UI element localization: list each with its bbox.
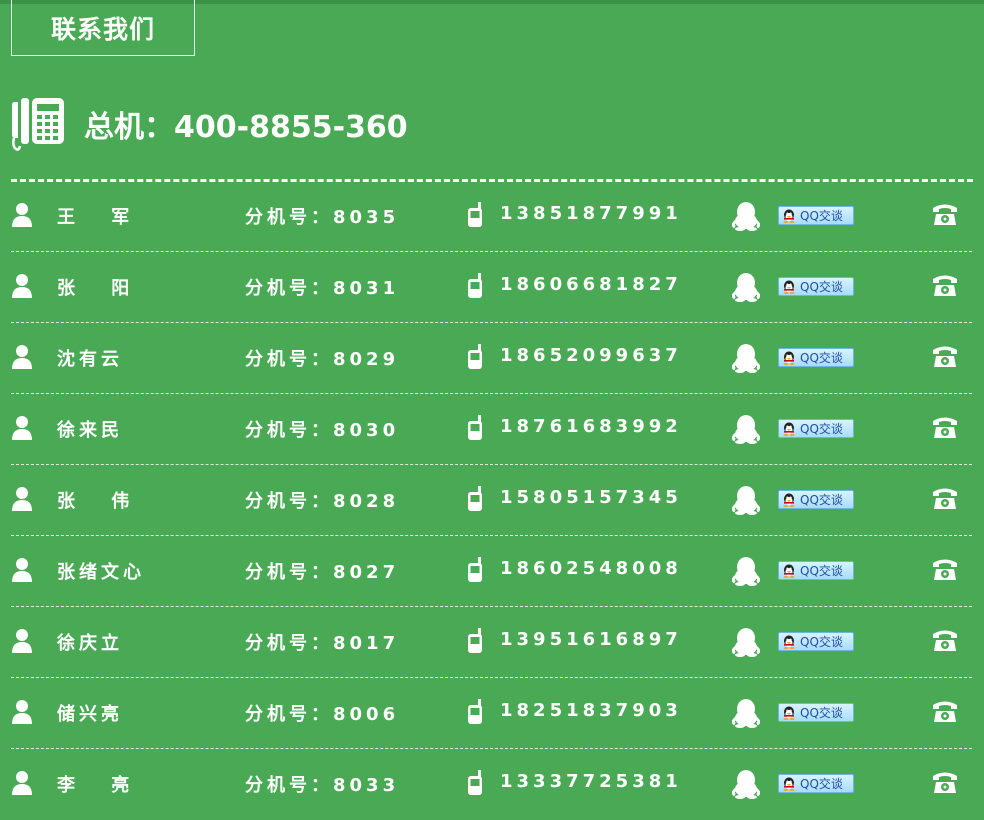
contact-row: 徐来民 分机号：8030 18761683992 QQ交谈: [11, 394, 972, 465]
mobile-number: 18652099637: [500, 345, 682, 366]
contact-row: 储兴亮 分机号：8006 18251837903 QQ交谈: [11, 678, 972, 749]
hotline: 总机：400-8855-360: [10, 94, 408, 154]
qq-penguin-icon: [731, 485, 761, 519]
contact-name: 徐来民: [57, 420, 123, 441]
extension: 分机号：8029: [245, 349, 400, 370]
qq-chat-label: QQ交谈: [800, 280, 843, 294]
qq-penguin-icon: [731, 627, 761, 661]
telephone-icon[interactable]: [932, 699, 958, 727]
contact-name: 徐庆立: [57, 633, 123, 654]
qq-chat-label: QQ交谈: [800, 635, 843, 649]
user-icon: [11, 273, 33, 303]
mobile-phone-icon: [467, 415, 483, 445]
qq-chat-label: QQ交谈: [800, 706, 843, 720]
contact-row: 王 军 分机号：8035 13851877991 QQ交谈: [11, 181, 972, 252]
contact-row: 张 阳 分机号：8031 18606681827 QQ交谈: [11, 252, 972, 323]
qq-penguin-icon: [731, 201, 761, 235]
extension: 分机号：8035: [245, 207, 400, 228]
qq-chat-button[interactable]: QQ交谈: [778, 703, 854, 722]
contact-row: 张 伟 分机号：8028 15805157345 QQ交谈: [11, 465, 972, 536]
qq-penguin-icon: [731, 343, 761, 377]
contact-row: 徐庆立 分机号：8017 13951616897 QQ交谈: [11, 607, 972, 678]
telephone-icon[interactable]: [932, 628, 958, 656]
qq-penguin-icon: [731, 769, 761, 803]
qq-penguin-icon: [731, 414, 761, 448]
user-icon: [11, 415, 33, 445]
qq-chat-button[interactable]: QQ交谈: [778, 206, 854, 225]
contact-name: 张绪文心: [57, 562, 145, 583]
user-icon: [11, 628, 33, 658]
mobile-number: 13337725381: [500, 771, 682, 792]
telephone-icon[interactable]: [932, 415, 958, 443]
qq-chat-button[interactable]: QQ交谈: [778, 419, 854, 438]
contact-name: 李 亮: [57, 775, 134, 796]
telephone-icon[interactable]: [932, 273, 958, 301]
qq-penguin-icon: [731, 556, 761, 590]
user-icon: [11, 486, 33, 516]
qq-chat-label: QQ交谈: [800, 351, 843, 365]
extension: 分机号：8028: [245, 491, 400, 512]
telephone-icon[interactable]: [932, 557, 958, 585]
telephone-icon[interactable]: [932, 202, 958, 230]
page-title: 联系我们: [11, 0, 195, 56]
qq-chat-label: QQ交谈: [800, 777, 843, 791]
mobile-number: 18602548008: [500, 558, 682, 579]
extension: 分机号：8027: [245, 562, 400, 583]
telephone-icon[interactable]: [932, 344, 958, 372]
mobile-number: 13951616897: [500, 629, 682, 650]
contact-row: 李 亮 分机号：8033 13337725381 QQ交谈: [11, 749, 972, 820]
desk-phone-icon: [10, 94, 66, 154]
user-icon: [11, 699, 33, 729]
extension: 分机号：8017: [245, 633, 400, 654]
mobile-phone-icon: [467, 557, 483, 587]
mobile-phone-icon: [467, 202, 483, 232]
qq-chat-label: QQ交谈: [800, 493, 843, 507]
qq-chat-label: QQ交谈: [800, 209, 843, 223]
qq-chat-label: QQ交谈: [800, 422, 843, 436]
contact-name: 沈有云: [57, 349, 123, 370]
user-icon: [11, 344, 33, 374]
contact-name: 张 伟: [57, 491, 134, 512]
mobile-number: 18606681827: [500, 274, 682, 295]
qq-chat-label: QQ交谈: [800, 564, 843, 578]
contact-name: 储兴亮: [57, 704, 123, 725]
contact-name: 张 阳: [57, 278, 134, 299]
qq-chat-button[interactable]: QQ交谈: [778, 348, 854, 367]
qq-chat-button[interactable]: QQ交谈: [778, 277, 854, 296]
user-icon: [11, 557, 33, 587]
qq-chat-button[interactable]: QQ交谈: [778, 490, 854, 509]
contact-row: 张绪文心 分机号：8027 18602548008 QQ交谈: [11, 536, 972, 607]
qq-penguin-icon: [731, 698, 761, 732]
extension: 分机号：8006: [245, 704, 400, 725]
qq-chat-button[interactable]: QQ交谈: [778, 561, 854, 580]
mobile-number: 18251837903: [500, 700, 682, 721]
qq-penguin-icon: [731, 272, 761, 306]
qq-chat-button[interactable]: QQ交谈: [778, 774, 854, 793]
mobile-phone-icon: [467, 486, 483, 516]
mobile-phone-icon: [467, 344, 483, 374]
hotline-number: 总机：400-8855-360: [84, 110, 408, 145]
user-icon: [11, 770, 33, 800]
qq-chat-button[interactable]: QQ交谈: [778, 632, 854, 651]
mobile-phone-icon: [467, 628, 483, 658]
contact-row: 沈有云 分机号：8029 18652099637 QQ交谈: [11, 323, 972, 394]
telephone-icon[interactable]: [932, 486, 958, 514]
telephone-icon[interactable]: [932, 770, 958, 798]
mobile-number: 15805157345: [500, 487, 682, 508]
extension: 分机号：8031: [245, 278, 400, 299]
user-icon: [11, 202, 33, 232]
extension: 分机号：8030: [245, 420, 400, 441]
contact-name: 王 军: [57, 207, 134, 228]
mobile-phone-icon: [467, 273, 483, 303]
mobile-phone-icon: [467, 699, 483, 729]
mobile-number: 18761683992: [500, 416, 682, 437]
mobile-phone-icon: [467, 770, 483, 800]
mobile-number: 13851877991: [500, 203, 682, 224]
extension: 分机号：8033: [245, 775, 400, 796]
